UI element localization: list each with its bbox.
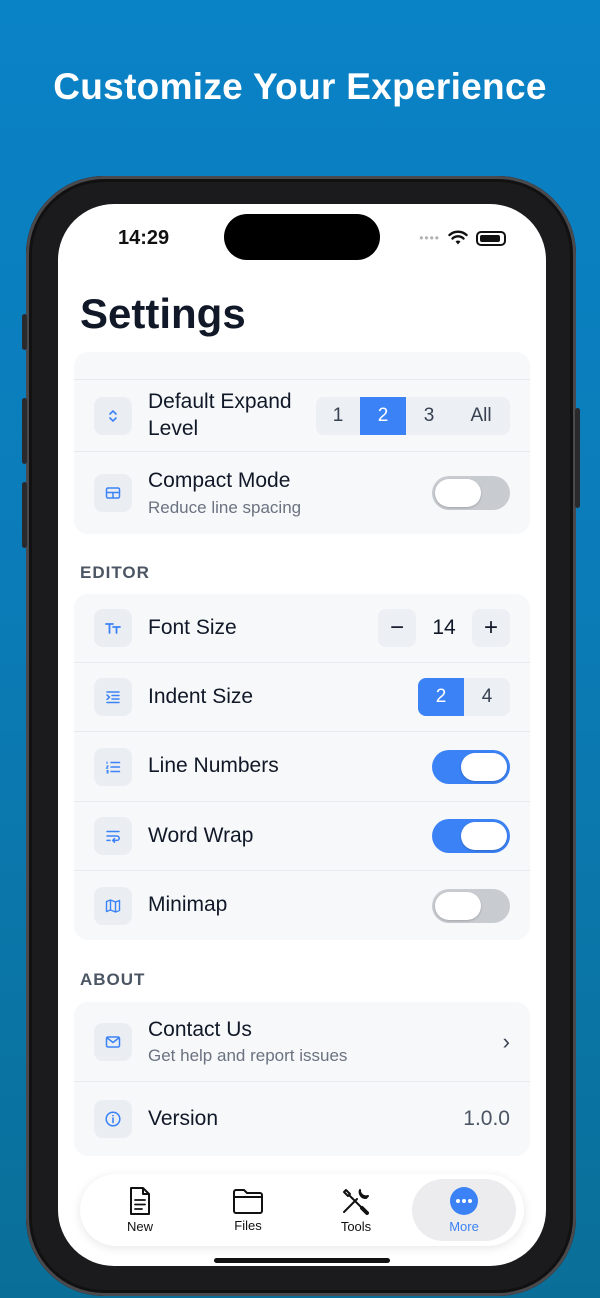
indent-size-row: Indent Size 2 4: [74, 663, 530, 732]
expand-level-row: Default Expand Level 1 2 3 All: [74, 380, 530, 452]
home-indicator: [214, 1258, 390, 1263]
font-size-row: Font Size − 14 +: [74, 594, 530, 663]
signal-dots-icon: ••••: [419, 231, 440, 245]
wrap-icon: [94, 817, 132, 855]
line-numbers-label: Line Numbers: [148, 754, 279, 778]
word-wrap-toggle[interactable]: [432, 819, 510, 853]
phone-volume-down-button: [22, 482, 27, 548]
indent-icon: [94, 678, 132, 716]
phone-screen: 14:29 •••• Settings Default Expand Level…: [58, 204, 546, 1266]
version-value: 1.0.0: [463, 1106, 510, 1130]
contact-us-label: Contact Us: [148, 1017, 252, 1041]
expand-option-all[interactable]: All: [452, 397, 510, 435]
expand-option-3[interactable]: 3: [406, 397, 452, 435]
document-icon: [130, 1187, 150, 1215]
expand-level-segmented: 1 2 3 All: [316, 396, 510, 435]
editor-settings-card: Font Size − 14 + Indent Size 2 4 Line Nu…: [74, 594, 530, 940]
numbered-list-icon: [94, 747, 132, 786]
expand-level-label-1: Default Expand: [148, 390, 292, 414]
text-size-icon: [94, 609, 132, 647]
phone-action-button: [22, 314, 27, 350]
about-section-header: ABOUT: [80, 970, 146, 989]
tab-more-label: More: [449, 1219, 479, 1234]
contact-us-subtitle: Get help and report issues: [148, 1046, 348, 1066]
minimap-toggle[interactable]: [432, 888, 510, 923]
phone-power-button: [575, 408, 580, 508]
indent-option-2[interactable]: 2: [418, 678, 464, 716]
mail-icon: [94, 1022, 132, 1061]
scrolled-row-stub: [74, 352, 530, 380]
phone-volume-up-button: [22, 398, 27, 464]
battery-icon: [476, 230, 506, 246]
info-icon: [94, 1100, 132, 1138]
indent-size-segmented: 2 4: [418, 678, 510, 716]
expand-option-2[interactable]: 2: [360, 396, 406, 435]
map-icon: [94, 886, 132, 925]
chevron-up-down-icon: [94, 396, 132, 435]
word-wrap-row: Word Wrap: [74, 802, 530, 871]
tab-bar: New Files Tools More: [80, 1174, 524, 1246]
font-size-value: 14: [432, 616, 456, 639]
tab-tools[interactable]: Tools: [304, 1179, 408, 1241]
tab-files[interactable]: Files: [196, 1179, 300, 1241]
dynamic-island: [224, 214, 380, 260]
font-size-label: Font Size: [148, 615, 237, 639]
version-row: Version 1.0.0: [74, 1082, 530, 1156]
tab-tools-label: Tools: [340, 1219, 372, 1234]
folder-icon: [233, 1189, 263, 1214]
expand-level-label-2: Level: [148, 416, 199, 440]
compact-mode-subtitle: Reduce line spacing: [148, 497, 302, 517]
tab-new[interactable]: New: [88, 1179, 192, 1241]
about-card: Contact Us Get help and report issues › …: [74, 1002, 530, 1156]
tab-more[interactable]: More: [412, 1179, 516, 1241]
indent-size-label: Indent Size: [148, 684, 254, 708]
compact-mode-label: Compact Mode: [148, 469, 291, 493]
font-size-increase-button[interactable]: +: [472, 609, 510, 647]
word-wrap-label: Word Wrap: [148, 823, 254, 847]
version-label: Version: [148, 1106, 219, 1130]
tab-files-label: Files: [234, 1218, 262, 1233]
layout-icon: [94, 474, 132, 512]
editor-section-header: EDITOR: [80, 563, 150, 582]
more-icon: [450, 1187, 478, 1215]
font-size-decrease-button[interactable]: −: [378, 609, 416, 647]
wifi-icon: [448, 230, 468, 245]
chevron-right-icon: ›: [502, 1028, 510, 1054]
font-size-stepper: − 14 +: [378, 609, 510, 647]
page-title: Settings: [80, 290, 246, 337]
expand-option-1[interactable]: 1: [316, 397, 360, 435]
minimap-row: Minimap: [74, 871, 530, 940]
indent-option-4[interactable]: 4: [464, 678, 510, 716]
status-time: 14:29: [118, 227, 170, 249]
general-settings-card: Default Expand Level 1 2 3 All Compact M…: [74, 352, 530, 534]
minimap-label: Minimap: [148, 893, 228, 917]
compact-mode-toggle[interactable]: [432, 476, 510, 510]
headline: Customize Your Experience: [53, 66, 547, 107]
tools-icon: [343, 1189, 369, 1215]
line-numbers-row: Line Numbers: [74, 732, 530, 802]
compact-mode-row: Compact Mode Reduce line spacing: [74, 452, 530, 534]
status-icons: ••••: [419, 230, 506, 246]
line-numbers-toggle[interactable]: [432, 749, 510, 784]
contact-us-row[interactable]: Contact Us Get help and report issues ›: [74, 1002, 530, 1082]
tab-new-label: New: [126, 1219, 153, 1234]
